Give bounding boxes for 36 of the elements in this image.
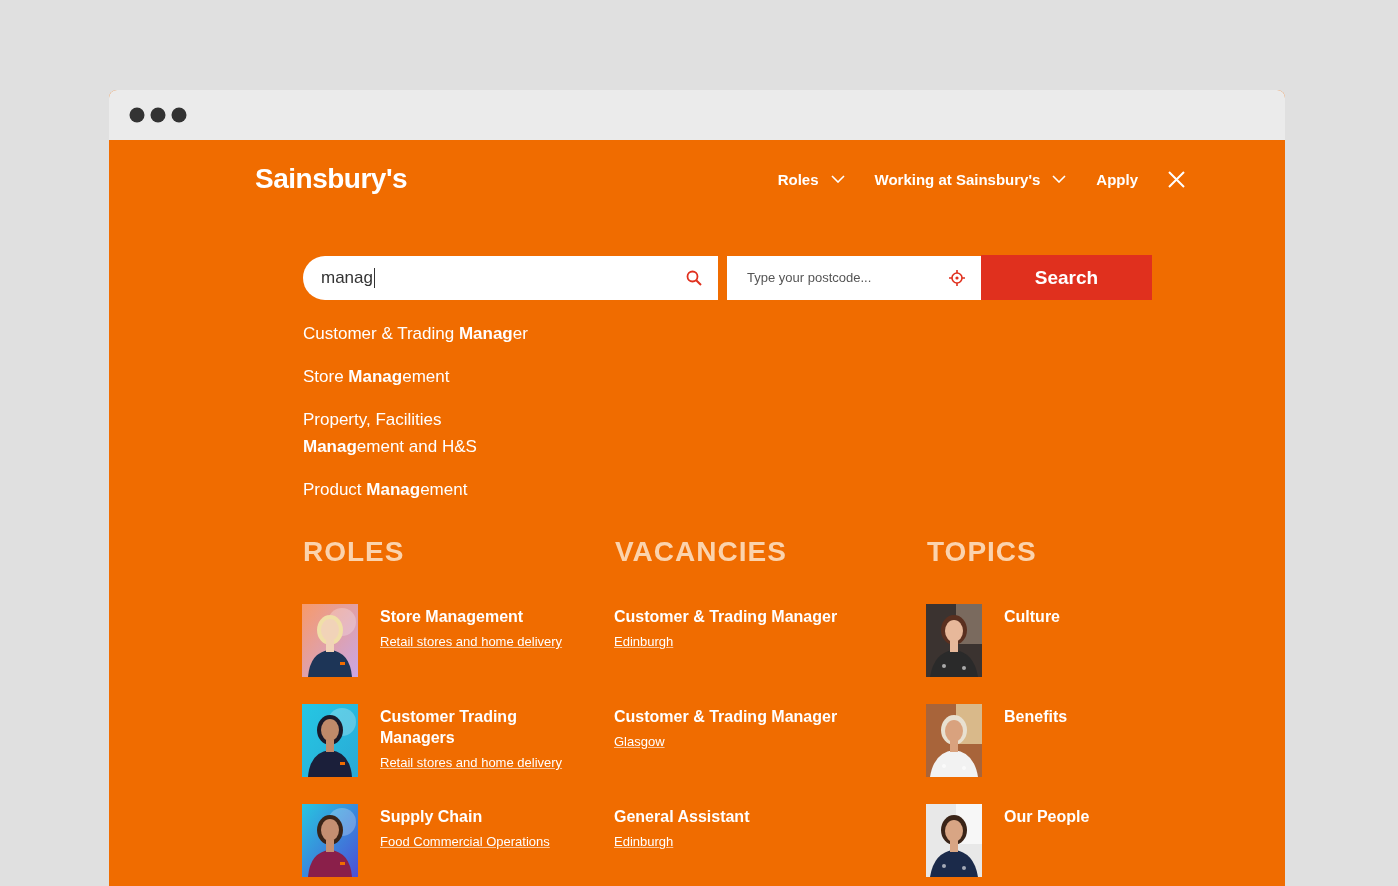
vacancy-title[interactable]: General Assistant: [614, 806, 750, 827]
nav-dropdown[interactable]: Roles: [777, 170, 845, 188]
role-link[interactable]: Retail stores and home delivery: [380, 755, 563, 770]
search-field[interactable]: manag: [303, 255, 718, 300]
topic-title[interactable]: Culture: [1004, 606, 1060, 627]
role-link[interactable]: Retail stores and home delivery: [380, 634, 563, 649]
nav-dropdown[interactable]: Working at Sainsbury's: [874, 170, 1067, 188]
suggestion-item[interactable]: Customer & Trading Manager: [303, 320, 538, 347]
search-text: manag: [321, 267, 373, 288]
vacancy-title[interactable]: Customer & Trading Manager: [614, 606, 838, 627]
chevron-icon: [1052, 175, 1067, 183]
suggestion-item[interactable]: Property, Facilities Management and H&S: [303, 406, 538, 460]
role-link[interactable]: Food Commercial Operations: [380, 834, 550, 849]
vacancy-title[interactable]: Customer & Trading Manager: [614, 706, 838, 727]
close-icon[interactable]: [1168, 170, 1185, 188]
chevron-icon: [830, 175, 845, 183]
topic-title[interactable]: Our People: [1004, 806, 1090, 827]
role-title[interactable]: Customer Trading Managers: [380, 706, 580, 748]
search-button[interactable]: Search: [981, 255, 1152, 300]
location-link[interactable]: Glasgow: [614, 734, 665, 749]
section-heading: TOPICS: [927, 536, 1037, 568]
nav-link[interactable]: Apply: [1096, 170, 1138, 188]
window-controls-icon: [129, 107, 187, 123]
location-link[interactable]: Edinburgh: [614, 634, 674, 649]
role-title[interactable]: Supply Chain: [380, 806, 483, 827]
location-icon[interactable]: [949, 269, 965, 286]
role-title[interactable]: Store Management: [380, 606, 524, 627]
location-link[interactable]: Edinburgh: [614, 834, 674, 849]
search-icon[interactable]: [686, 269, 702, 286]
section-heading: ROLES: [303, 536, 405, 568]
suggestion-item[interactable]: Product Management: [303, 476, 538, 503]
suggestion-item[interactable]: Store Management: [303, 363, 538, 390]
section-heading: VACANCIES: [615, 536, 787, 568]
topic-title[interactable]: Benefits: [1004, 706, 1068, 727]
logo[interactable]: Sainsbury's: [255, 163, 408, 195]
postcode-field[interactable]: Type your postcode...: [727, 255, 981, 300]
